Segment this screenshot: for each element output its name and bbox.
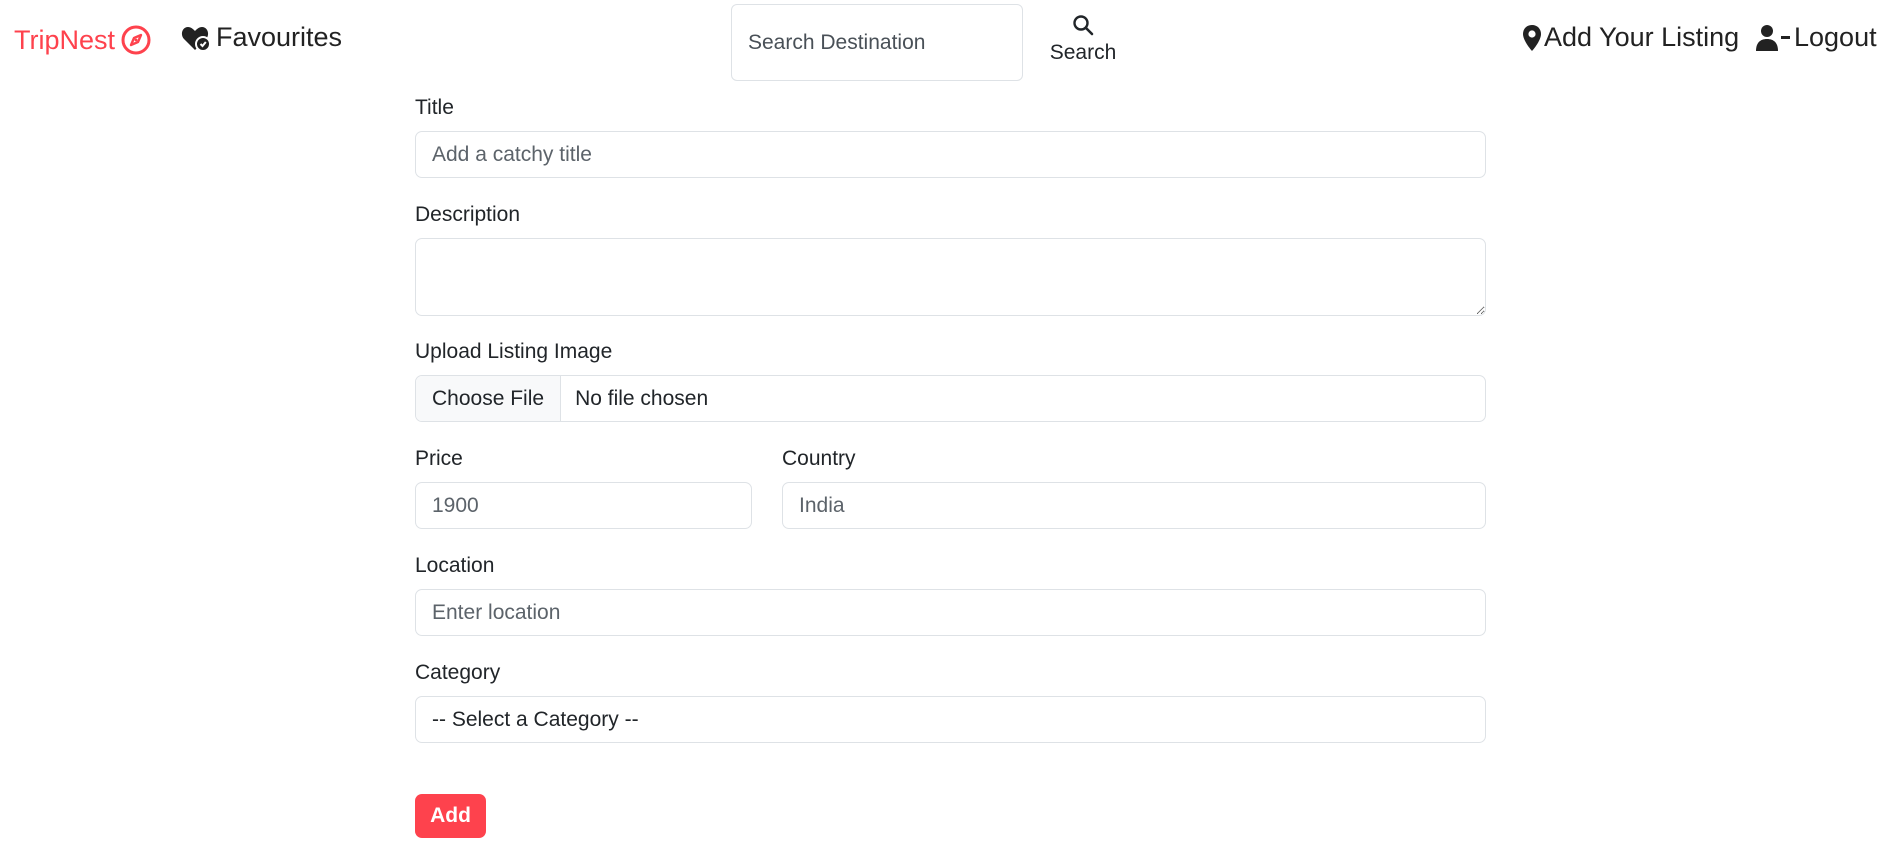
location-input[interactable]	[415, 589, 1486, 636]
favourites-label: Favourites	[216, 22, 343, 52]
price-label: Price	[415, 447, 463, 470]
brand-logo[interactable]: TripNest	[14, 24, 152, 56]
favourites-link[interactable]: Favourites	[181, 22, 342, 53]
navbar: TripNest Favourites Search Add Your List…	[0, 0, 1893, 84]
search-input[interactable]	[731, 4, 1023, 81]
search-button[interactable]: Search	[1038, 14, 1128, 74]
category-selected-value: -- Select a Category --	[432, 707, 639, 731]
compass-icon	[121, 25, 151, 55]
search-icon	[1073, 15, 1094, 36]
description-label: Description	[415, 203, 521, 226]
category-select[interactable]: -- Select a Category --	[415, 696, 1486, 743]
location-label: Location	[415, 554, 495, 577]
category-label: Category	[415, 661, 501, 684]
map-pin-icon	[1523, 24, 1541, 51]
upload-image-label: Upload Listing Image	[415, 340, 613, 363]
logout-link[interactable]: Logout	[1756, 22, 1877, 53]
add-listing-link[interactable]: Add Your Listing	[1522, 22, 1739, 53]
brand-name: TripNest	[14, 24, 116, 55]
search-button-label: Search	[1049, 41, 1117, 64]
choose-file-button[interactable]: Choose File	[416, 376, 562, 421]
title-input[interactable]	[415, 131, 1486, 178]
country-label: Country	[782, 447, 856, 470]
add-button[interactable]: Add	[415, 794, 486, 838]
user-minus-icon	[1756, 24, 1790, 51]
country-input[interactable]	[782, 482, 1486, 529]
add-listing-label: Add Your Listing	[1544, 22, 1740, 52]
image-file-input[interactable]: Choose File No file chosen	[415, 375, 1486, 422]
logout-label: Logout	[1794, 22, 1877, 52]
price-input[interactable]	[415, 482, 752, 529]
file-status: No file chosen	[575, 386, 709, 410]
description-textarea[interactable]	[415, 238, 1486, 316]
title-label: Title	[415, 96, 454, 119]
heart-badge-icon	[181, 26, 211, 52]
